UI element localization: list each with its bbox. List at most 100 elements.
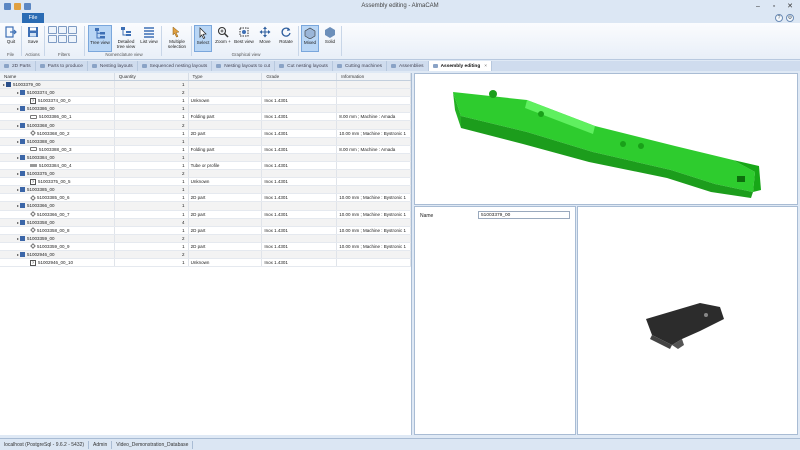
cell-grade: Inox 1.4301 <box>262 259 338 267</box>
filter-button[interactable] <box>58 26 67 34</box>
quick-save-icon[interactable] <box>14 3 21 10</box>
plate-part-icon <box>30 211 36 217</box>
filter-button[interactable] <box>68 35 77 43</box>
table-row[interactable]: ▸ 51003375_00 2 <box>0 170 411 179</box>
tab-assembly-editing[interactable]: Assembly editing × <box>428 61 493 71</box>
table-row[interactable]: 51003368_00_2 1 2D part Inox 1.4301 10.00 mm… <box>0 129 411 138</box>
app-icon[interactable] <box>4 3 11 10</box>
tab-cutting-machines[interactable]: Cutting machines <box>333 61 388 71</box>
close-tab-icon[interactable]: × <box>484 64 487 69</box>
row-name: 51003385_00 <box>27 187 55 193</box>
zoom-plus-label: Zoom + <box>215 39 231 44</box>
cell-grade: Inox 1.4301 <box>262 145 338 153</box>
tab-2d-parts[interactable]: 2D Parts <box>0 61 36 71</box>
cell-quantity: 2 <box>115 234 189 242</box>
table-row[interactable]: ▸ 51002946_00 2 <box>0 250 411 260</box>
maximize-button[interactable]: ▫ <box>766 1 782 11</box>
table-row[interactable]: 51003384_00_4 1 Tube or profile Inox 1.4301 <box>0 161 411 171</box>
detailed-tree-view-button[interactable]: Detailed tree view <box>114 25 138 49</box>
column-header-quantity[interactable]: Quantity <box>115 73 189 80</box>
table-row[interactable]: 51003359_00_9 1 2D part Inox 1.4301 10.00 mm… <box>0 242 411 251</box>
best-view-button[interactable]: Best view <box>234 25 254 44</box>
table-row[interactable]: ▸ 51003384_00 1 <box>0 153 411 162</box>
table-row[interactable]: ▸ 51003366_00 1 <box>0 202 411 211</box>
rotate-button[interactable]: Rotate <box>276 25 296 44</box>
row-name: 51003366_00 <box>27 203 55 209</box>
connection-status: localhost (PostgreSql - 9.6.2 - 5432) <box>0 440 90 449</box>
select-button[interactable]: Select <box>194 25 212 52</box>
close-button[interactable]: ✕ <box>782 1 798 11</box>
table-row[interactable]: 51003366_00_7 1 2D part Inox 1.4301 10.00 mm… <box>0 210 411 219</box>
tab-parts-to-produce[interactable]: Parts to produce <box>36 61 88 71</box>
table-row[interactable]: ▸ 51003386_00 1 <box>0 105 411 114</box>
row-name: 51003375_00 <box>27 171 55 177</box>
table-row[interactable]: 51003386_00_1 1 Folding part Inox 1.4301 8.0… <box>0 113 411 122</box>
cell-grade <box>262 153 338 161</box>
assembly-icon <box>20 154 25 160</box>
cell-name: ▸ 51003385_00 <box>0 186 115 194</box>
column-header-type[interactable]: Type <box>189 73 263 80</box>
part-hole <box>704 313 708 317</box>
cell-type: Tube or profile <box>189 161 263 170</box>
table-row[interactable]: ? 51003374_00_0 1 Unknown Inox 1.4301 <box>0 97 411 106</box>
multi-select-icon <box>171 25 184 38</box>
undo-icon[interactable] <box>24 3 31 10</box>
tab-file[interactable]: File <box>22 13 44 23</box>
cell-quantity: 1 <box>115 153 189 161</box>
table-row[interactable]: ▸ 51003388_00 1 <box>0 137 411 146</box>
tab-sequenced-nesting-layouts[interactable]: Sequenced nesting layouts <box>138 61 213 71</box>
help-icon[interactable]: ? <box>775 14 783 22</box>
list-view-button[interactable]: List view <box>139 25 159 44</box>
table-row[interactable]: ? 51002946_00_10 1 Unknown Inox 1.4301 <box>0 259 411 268</box>
table-row[interactable]: ▸ 51003368_00 2 <box>0 121 411 130</box>
table-row[interactable]: ▸ 51003374_00 2 <box>0 89 411 98</box>
mixed-button[interactable]: Mixed <box>301 25 319 52</box>
minimize-button[interactable]: – <box>750 1 766 11</box>
table-row[interactable]: ▸ 51003385_00 1 <box>0 186 411 195</box>
table-row[interactable]: ▸ 51003358_00 4 <box>0 218 411 227</box>
tab-nesting-layouts[interactable]: Nesting layouts <box>88 61 138 71</box>
tab-assemblies[interactable]: Assemblies <box>387 61 429 71</box>
solid-button[interactable]: Solid <box>321 25 339 44</box>
filter-button[interactable] <box>68 26 77 34</box>
table-row[interactable]: ▸ 51003359_00 2 <box>0 234 411 243</box>
part-preview-view[interactable] <box>577 206 798 435</box>
filter-button[interactable] <box>58 35 67 43</box>
tab-nesting-layouts-to-cut[interactable]: Nesting layouts to cut <box>212 61 276 71</box>
column-header-information[interactable]: Information <box>337 73 411 80</box>
quit-button[interactable]: Quit <box>3 25 19 44</box>
table-row[interactable]: 51003388_00_3 1 Folding part Inox 1.4301 8.0… <box>0 145 411 154</box>
cell-quantity: 1 <box>115 161 189 170</box>
name-field[interactable]: 51003379_00 <box>478 211 570 219</box>
part-preview-model <box>646 303 724 349</box>
database-status: Video_Demonstration_Database <box>112 440 194 449</box>
table-row[interactable]: 51003385_00_6 1 2D part Inox 1.4301 10.00 mm… <box>0 194 411 203</box>
tree-icon <box>94 26 107 39</box>
tab-cut-nesting-layouts[interactable]: Cut nesting layouts <box>275 61 333 71</box>
column-header-grade[interactable]: Grade <box>262 73 338 80</box>
column-header-name[interactable]: Name <box>0 73 115 80</box>
zoom-plus-button[interactable]: Zoom + <box>214 25 232 44</box>
cell-type <box>189 121 263 129</box>
multiple-selection-button[interactable]: Multiple selection <box>165 25 189 49</box>
assembly-3d-view[interactable] <box>414 73 798 205</box>
tree-view-button[interactable]: Tree view <box>88 25 112 52</box>
gear-icon[interactable]: ⚙ <box>786 14 794 22</box>
table-row[interactable]: ▸ 51003379_00 1 <box>0 81 411 90</box>
cell-name: ▸ 51003379_00 <box>0 81 115 89</box>
move-button[interactable]: Move <box>256 25 274 44</box>
table-row[interactable]: ? 51003375_00_5 1 Unknown Inox 1.4301 <box>0 178 411 187</box>
save-button[interactable]: Save <box>24 25 42 44</box>
mount-lug <box>638 143 644 149</box>
nesting-icon <box>91 64 97 68</box>
assembly-icon <box>20 171 25 177</box>
cell-grade: Inox 1.4301 <box>262 226 338 234</box>
cell-name: ▸ 51003366_00 <box>0 202 115 210</box>
mixed-label: Mixed <box>303 40 317 45</box>
row-name: 51003388_00_3 <box>39 146 72 152</box>
filter-button[interactable] <box>48 35 57 43</box>
table-row[interactable]: 51003358_00_8 1 2D part Inox 1.4301 10.00 mm… <box>0 226 411 235</box>
rotate-icon <box>280 25 293 38</box>
filter-button[interactable] <box>48 26 57 34</box>
cell-type <box>189 81 263 89</box>
